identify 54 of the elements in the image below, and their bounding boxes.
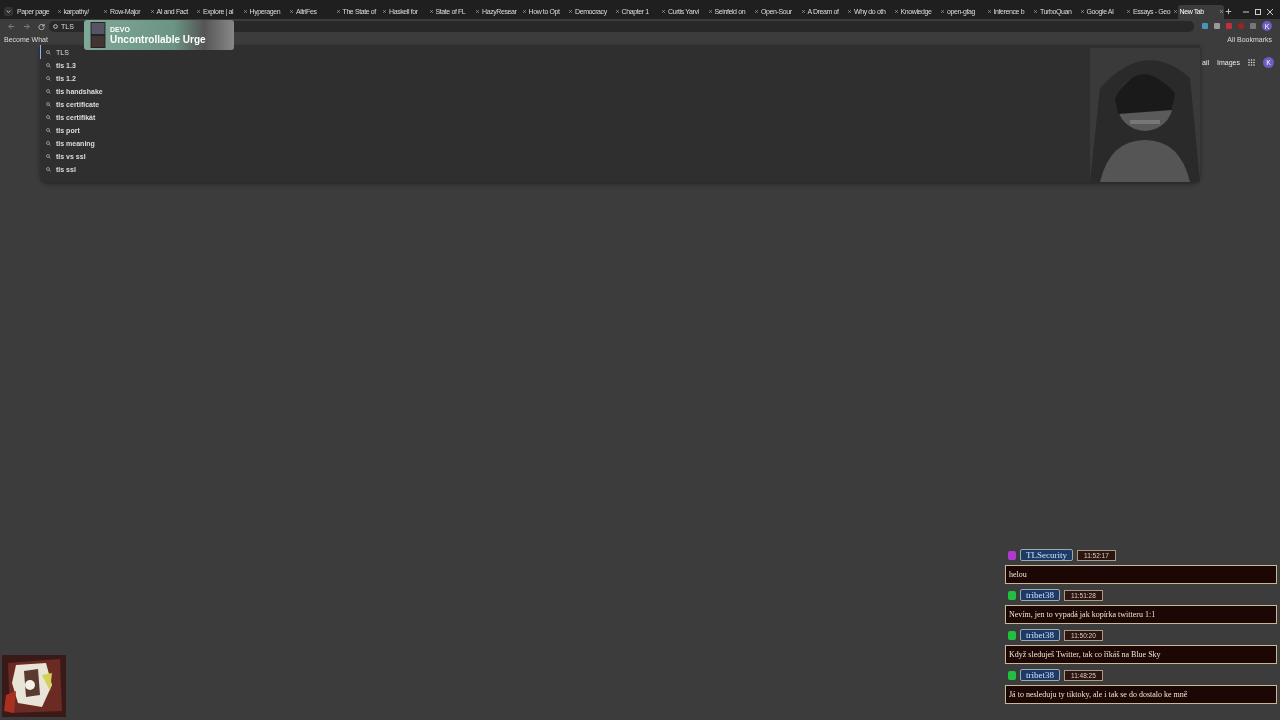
search-icon xyxy=(46,141,51,146)
minimize-icon[interactable] xyxy=(1243,8,1249,15)
search-icon xyxy=(46,115,51,120)
close-icon[interactable] xyxy=(336,10,340,13)
song-title: Uncontrollable Urge xyxy=(110,33,206,45)
search-icon xyxy=(46,76,51,81)
close-icon[interactable] xyxy=(243,10,247,13)
restore-icon[interactable] xyxy=(1255,8,1261,15)
apps-grid-icon[interactable] xyxy=(1248,59,1255,66)
reload-icon[interactable] xyxy=(38,22,45,30)
close-icon[interactable] xyxy=(1267,8,1273,15)
album-cover xyxy=(90,22,106,48)
close-icon[interactable] xyxy=(801,10,805,13)
close-icon[interactable] xyxy=(1080,10,1084,13)
close-icon[interactable] xyxy=(615,10,619,13)
close-icon[interactable] xyxy=(104,10,107,13)
chat-username: tribet38 xyxy=(1020,669,1060,681)
chat-username: tribet38 xyxy=(1020,629,1060,641)
close-icon[interactable] xyxy=(662,10,665,13)
close-icon[interactable] xyxy=(569,10,572,13)
search-icon xyxy=(46,167,51,172)
close-icon[interactable] xyxy=(848,10,851,13)
search-icon xyxy=(46,154,51,159)
chat-message: helou xyxy=(1005,565,1277,584)
close-icon[interactable] xyxy=(894,10,898,13)
chat-message: Nevím, jen to vypadá jak kopírka twitteru 1:1 xyxy=(1005,605,1277,624)
close-icon[interactable] xyxy=(383,10,386,13)
close-icon[interactable] xyxy=(429,10,433,13)
back-arrow-icon[interactable] xyxy=(8,22,15,30)
close-icon[interactable] xyxy=(708,10,712,13)
close-icon[interactable] xyxy=(522,10,526,13)
close-icon[interactable] xyxy=(57,10,61,13)
chat-message: Když sleduješ Twitter, tak co říkáš na Blue Sky xyxy=(1005,645,1277,664)
close-icon[interactable] xyxy=(197,10,200,13)
chat-username: tribet38 xyxy=(1020,589,1060,601)
search-icon xyxy=(46,49,51,55)
close-icon[interactable] xyxy=(1127,10,1130,13)
plus-icon[interactable] xyxy=(1224,7,1233,16)
close-icon[interactable] xyxy=(290,10,293,13)
chat-message: Já to nesleduju ty tiktoky, ale i tak se do dostalo ke mně xyxy=(1005,685,1277,704)
close-icon[interactable] xyxy=(941,10,944,13)
close-icon[interactable] xyxy=(1173,10,1177,13)
forward-arrow-icon[interactable] xyxy=(23,22,30,30)
search-icon xyxy=(46,128,51,133)
chat-username: TLSecurity xyxy=(1020,549,1073,561)
tab-search-icon[interactable] xyxy=(4,7,13,16)
search-icon xyxy=(46,63,51,68)
close-icon[interactable] xyxy=(987,10,991,13)
close-icon[interactable] xyxy=(1034,10,1037,13)
search-icon xyxy=(46,102,51,107)
search-icon xyxy=(46,89,51,94)
close-icon[interactable] xyxy=(755,10,758,13)
close-icon[interactable] xyxy=(150,10,154,13)
close-icon[interactable] xyxy=(476,10,479,13)
